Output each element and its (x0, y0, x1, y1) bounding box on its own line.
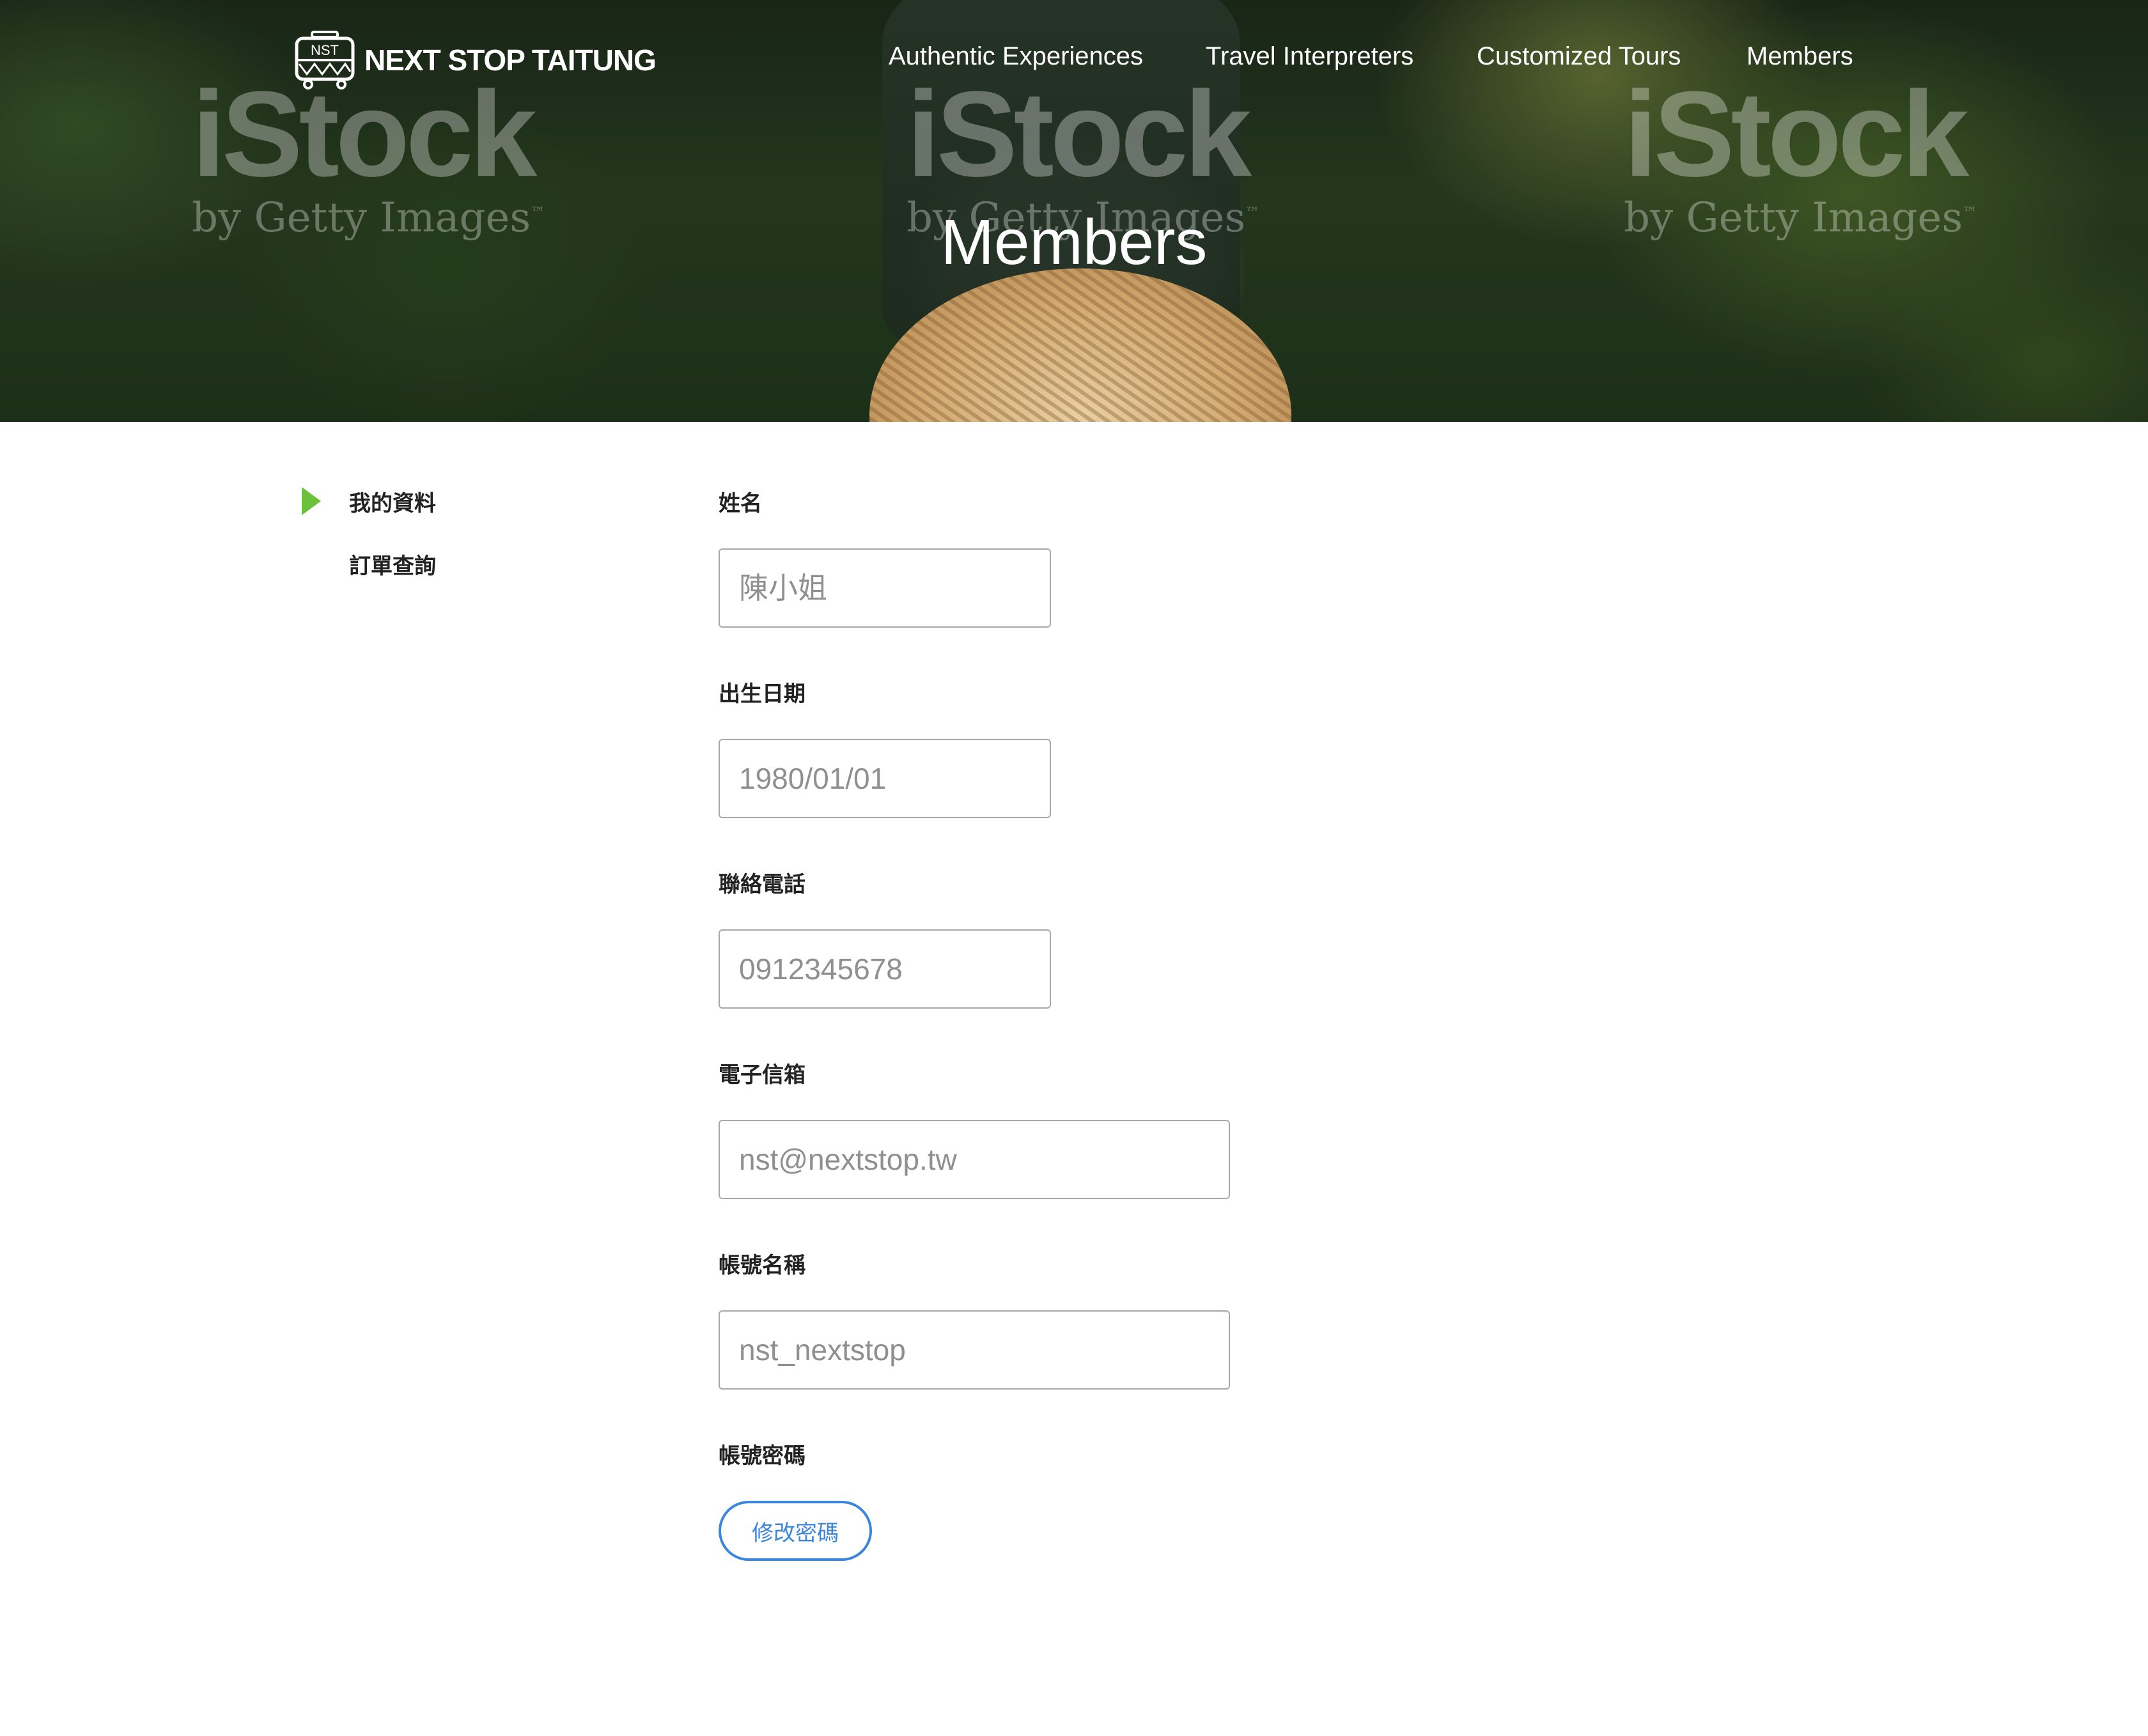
phone-label: 聯絡電話 (719, 872, 805, 897)
main-nav: Authentic Experiences Travel Interpreter… (0, 42, 2148, 81)
nav-travel-interpreters[interactable]: Travel Interpreters (1206, 42, 1413, 71)
sidebar-item-my-profile[interactable]: 我的資料 (349, 486, 436, 517)
email-field[interactable] (719, 1120, 1230, 1199)
nav-members[interactable]: Members (1747, 42, 1853, 71)
password-label: 帳號密碼 (719, 1443, 805, 1469)
birthday-label: 出生日期 (719, 681, 805, 707)
page-title: Members (940, 206, 1208, 278)
username-label: 帳號名稱 (719, 1253, 805, 1278)
nav-customized-tours[interactable]: Customized Tours (1477, 42, 1681, 71)
nav-authentic-experiences[interactable]: Authentic Experiences (889, 42, 1143, 71)
birthday-field[interactable] (719, 739, 1051, 818)
play-triangle-icon (302, 487, 321, 515)
change-password-button[interactable]: 修改密碼 (719, 1501, 872, 1561)
username-field[interactable] (719, 1310, 1230, 1390)
email-label: 電子信箱 (719, 1062, 805, 1088)
sidebar-item-order-lookup[interactable]: 訂單查詢 (349, 548, 436, 580)
name-field[interactable] (719, 548, 1051, 628)
name-label: 姓名 (719, 491, 762, 516)
phone-field[interactable] (719, 929, 1051, 1009)
